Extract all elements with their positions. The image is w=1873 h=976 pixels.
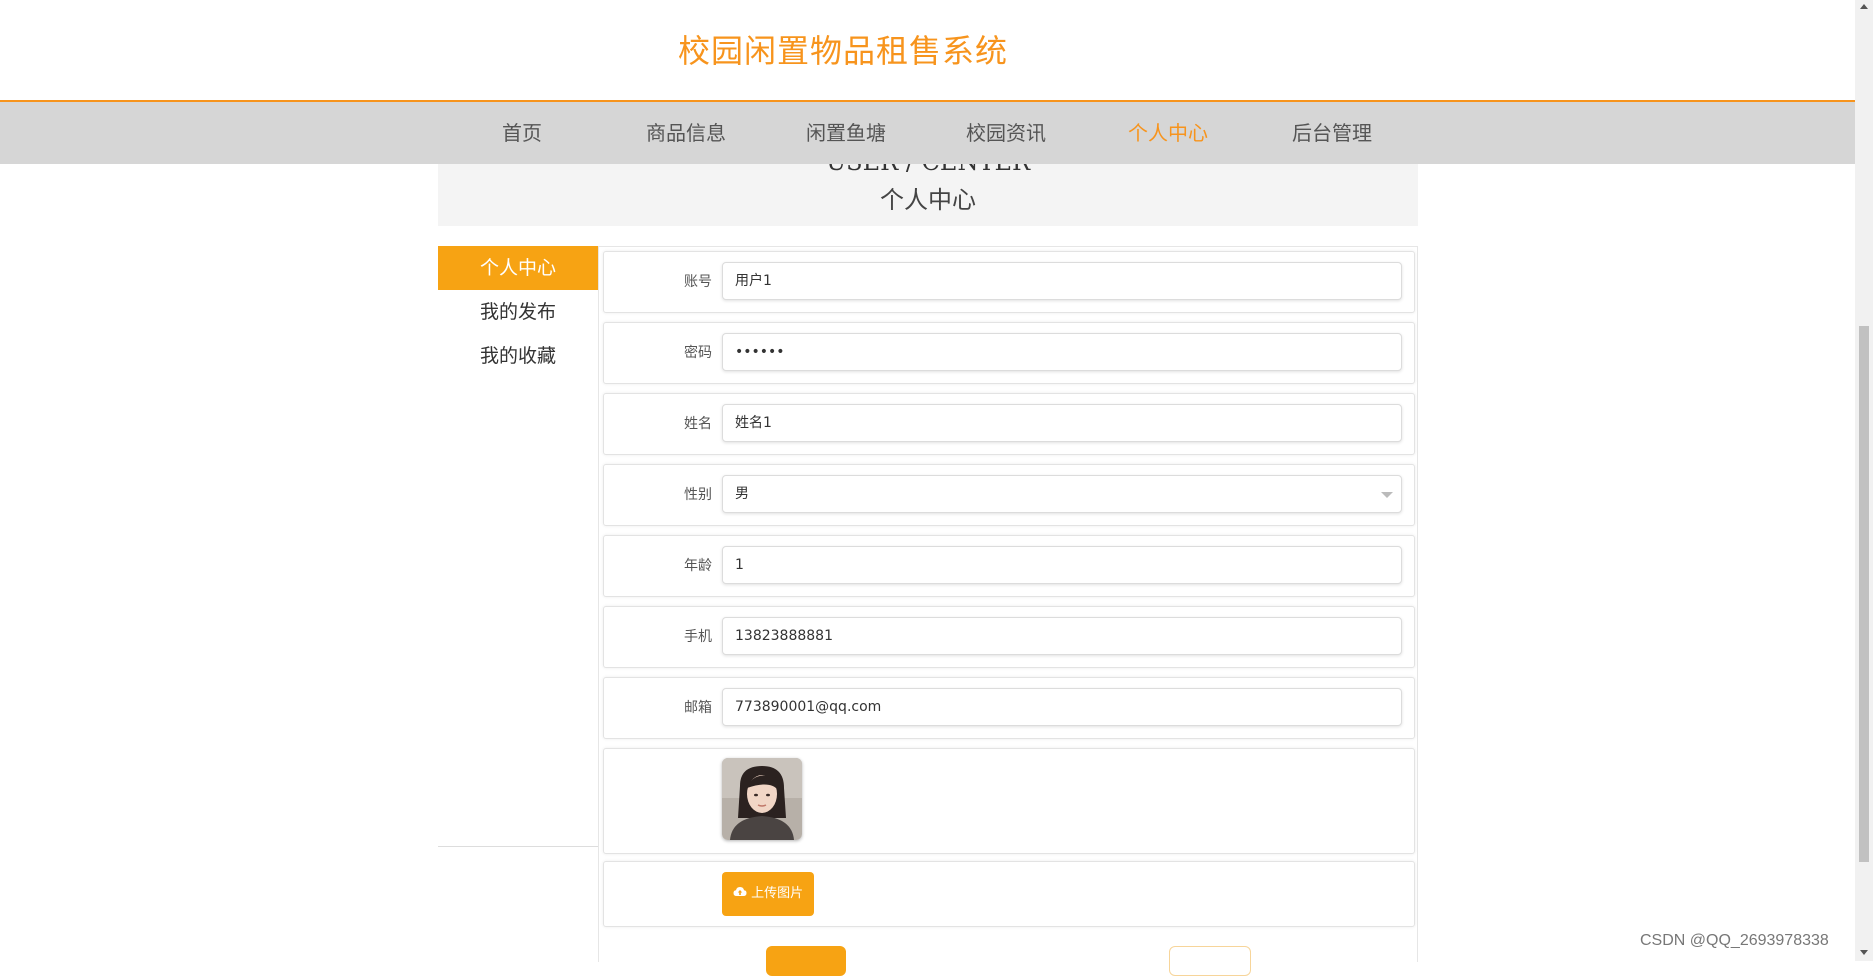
nav-products[interactable]: 商品信息 xyxy=(646,102,726,164)
nav-user-center[interactable]: 个人中心 xyxy=(1128,102,1208,164)
site-title: 校园闲置物品租售系统 xyxy=(678,32,1009,70)
sidebar-item-my-posts[interactable]: 我的发布 xyxy=(438,290,598,334)
nav-campus-news[interactable]: 校园资讯 xyxy=(966,102,1046,164)
age-label: 年龄 xyxy=(684,558,712,574)
banner-title-en: USER / CENTER xyxy=(438,164,1418,176)
form-row-email: 邮箱 773890001@qq.com xyxy=(603,677,1415,739)
page-scrollbar[interactable] xyxy=(1855,0,1873,961)
form-row-account: 账号 用户1 xyxy=(603,251,1415,313)
phone-label: 手机 xyxy=(684,629,712,645)
watermark-text: CSDN @QQ_2693978338 xyxy=(1640,932,1829,949)
form-row-name: 姓名 姓名1 xyxy=(603,393,1415,455)
upload-image-button[interactable]: 上传图片 xyxy=(722,872,814,916)
form-row-age: 年龄 1 xyxy=(603,535,1415,597)
scroll-up-icon[interactable] xyxy=(1860,4,1868,9)
cloud-upload-icon xyxy=(733,887,747,896)
password-label: 密码 xyxy=(684,345,712,361)
gender-select[interactable]: 男 xyxy=(722,475,1402,513)
banner-title-cn: 个人中心 xyxy=(880,186,976,214)
form-row-phone: 手机 13823888881 xyxy=(603,606,1415,668)
logout-button[interactable] xyxy=(1169,946,1251,976)
email-input[interactable]: 773890001@qq.com xyxy=(722,688,1402,726)
scroll-down-icon[interactable] xyxy=(1860,950,1868,955)
account-input[interactable]: 用户1 xyxy=(722,262,1402,300)
nav-idle-pond[interactable]: 闲置鱼塘 xyxy=(806,102,886,164)
profile-form: 账号 用户1 密码 •••••• 姓名 姓名1 性别 男 年龄 1 手机 138… xyxy=(598,246,1418,962)
email-label: 邮箱 xyxy=(684,700,712,716)
form-row-avatar xyxy=(603,748,1415,854)
scrollbar-thumb[interactable] xyxy=(1859,326,1869,862)
age-input[interactable]: 1 xyxy=(722,546,1402,584)
gender-select-value: 男 xyxy=(735,486,749,502)
nav-home[interactable]: 首页 xyxy=(502,102,542,164)
sidebar-item-user-center[interactable]: 个人中心 xyxy=(438,246,598,290)
password-input[interactable]: •••••• xyxy=(722,333,1402,371)
account-label: 账号 xyxy=(684,274,712,290)
phone-input[interactable]: 13823888881 xyxy=(722,617,1402,655)
nav-admin[interactable]: 后台管理 xyxy=(1292,102,1372,164)
name-label: 姓名 xyxy=(684,416,712,432)
sidebar: 个人中心 我的发布 我的收藏 xyxy=(438,246,598,847)
gender-label: 性别 xyxy=(684,487,712,503)
sidebar-item-my-favorites[interactable]: 我的收藏 xyxy=(438,334,598,378)
upload-image-label: 上传图片 xyxy=(751,886,804,901)
header: 校园闲置物品租售系统 xyxy=(0,0,1855,102)
chevron-down-icon xyxy=(1381,492,1393,498)
avatar xyxy=(722,758,802,840)
name-input[interactable]: 姓名1 xyxy=(722,404,1402,442)
form-row-upload: 上传图片 xyxy=(603,861,1415,927)
save-button[interactable] xyxy=(766,946,846,976)
page-banner: USER / CENTER 个人中心 xyxy=(438,164,1418,226)
main-nav: 首页 商品信息 闲置鱼塘 校园资讯 个人中心 后台管理 xyxy=(0,102,1855,164)
form-row-password: 密码 •••••• xyxy=(603,322,1415,384)
form-row-gender: 性别 男 xyxy=(603,464,1415,526)
